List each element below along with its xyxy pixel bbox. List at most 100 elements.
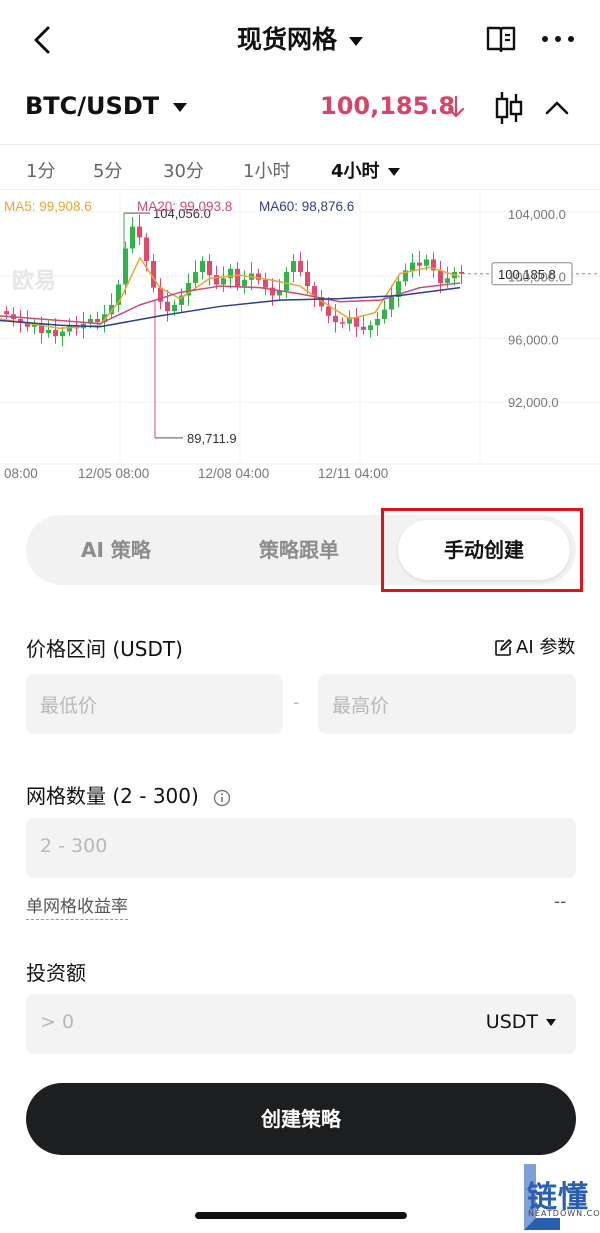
candle-body [291, 261, 296, 272]
more-icon[interactable] [538, 22, 578, 56]
candle-body [445, 278, 450, 283]
candle-body [389, 297, 394, 310]
chart-svg: 欧易 104,056.089,711.9100,185.8 MA5: 99,90… [0, 192, 600, 481]
candle-body [263, 279, 268, 288]
candle-body [193, 271, 198, 283]
pair-bar: BTC/USDT 100,185.8 [0, 82, 600, 138]
timeframe-1h[interactable]: 1小时 [243, 157, 290, 183]
min-price-input[interactable]: 最低价 [26, 674, 283, 734]
timeframe-bar: 1分 5分 30分 1小时 4小时 [0, 144, 600, 190]
investment-input[interactable]: > 0 USDT [26, 994, 576, 1054]
candle-body [284, 271, 289, 291]
timeframe-30m[interactable]: 30分 [163, 157, 204, 183]
low-price-label: 89,711.9 [187, 431, 237, 446]
ma-legend-item: MA5: 99,908.6 [4, 199, 92, 214]
caret-down-icon [173, 102, 188, 112]
price-range-label: 价格区间 (USDT) [26, 637, 183, 661]
pair-selector[interactable]: BTC/USDT [25, 92, 188, 120]
candle-body [214, 275, 219, 285]
home-indicator [195, 1212, 407, 1219]
edit-icon [495, 639, 512, 656]
candle-body [410, 262, 415, 271]
pair-label: BTC/USDT [25, 92, 160, 120]
candle-body [438, 270, 443, 283]
timeframe-5m[interactable]: 5分 [93, 157, 122, 183]
max-price-placeholder: 最高价 [332, 695, 390, 717]
tab-ai-strategy[interactable]: AI 策略 [36, 515, 196, 585]
candle-body [165, 301, 170, 312]
candle-body [326, 306, 331, 316]
candlestick-icon[interactable] [492, 88, 526, 128]
caret-down-icon [349, 36, 363, 46]
max-price-input[interactable]: 最高价 [318, 674, 576, 734]
site-watermark-sub: NEATDOWN.COM [528, 1209, 600, 1218]
timeframe-4h[interactable]: 4小时 [331, 157, 400, 183]
candle-body [242, 279, 247, 287]
candle-body [417, 262, 422, 266]
last-price: 100,185.8 [320, 92, 456, 120]
chevron-up-icon[interactable] [543, 94, 571, 122]
candle-body [333, 315, 338, 323]
candle-body [53, 329, 58, 337]
y-tick-label: 100,000.0 [508, 270, 566, 285]
timeframe-1m[interactable]: 1分 [26, 157, 55, 183]
candle-body [95, 318, 100, 323]
candle-body [368, 325, 373, 330]
candle-body [340, 322, 345, 324]
y-tick-label: 96,000.0 [508, 332, 559, 347]
candle-body [207, 261, 212, 276]
y-tick-label: 92,000.0 [508, 395, 559, 410]
grid-count-input[interactable]: 2 - 300 [26, 818, 576, 878]
tab-copy-strategy[interactable]: 策略跟单 [219, 515, 379, 585]
book-icon[interactable] [484, 22, 518, 56]
x-tick-label: 12/05 08:00 [78, 466, 149, 481]
candle-body [172, 304, 177, 312]
profit-rate-label[interactable]: 单网格收益率 [26, 892, 128, 920]
y-tick-label: 104,000.0 [508, 207, 566, 222]
candle-body [130, 226, 135, 249]
grid-count-label: 网格数量 (2 - 300) [26, 784, 199, 808]
investment-placeholder: > 0 [40, 1011, 75, 1033]
profit-rate-value: -- [554, 892, 567, 912]
candle-body [235, 268, 240, 287]
candle-body [144, 237, 149, 261]
ai-param-button[interactable]: AI 参数 [494, 633, 575, 659]
candle-body [137, 226, 142, 238]
candle-body [4, 311, 9, 315]
arrow-down-icon [446, 94, 466, 120]
caret-down-icon [387, 168, 400, 176]
timeframe-4h-label: 4小时 [331, 161, 380, 182]
ma-legend-item: MA60: 98,876.6 [259, 199, 354, 214]
ai-param-label: AI 参数 [516, 637, 576, 658]
candle-body [221, 278, 226, 285]
candle-body [424, 259, 429, 266]
candle-body [354, 317, 359, 327]
caret-down-icon [546, 1019, 556, 1026]
create-strategy-button[interactable]: 创建策略 [26, 1083, 576, 1155]
candle-body [361, 326, 366, 330]
ma-legend-item: MA20: 99,093.8 [137, 199, 232, 214]
x-tick-label: 12/11 04:00 [318, 466, 388, 481]
candle-body [375, 318, 380, 326]
exchange-watermark: 欧易 [12, 268, 56, 293]
currency-label: USDT [485, 1011, 538, 1033]
candle-body [200, 261, 205, 272]
price-chart[interactable]: 欧易 104,056.0 89,711.9 100,185.8 MA5: 99,90… [0, 192, 600, 488]
page-title: 现货网格 [236, 25, 337, 54]
info-icon[interactable] [213, 789, 231, 807]
candle-body [46, 329, 51, 334]
grid-count-label-row: 网格数量 (2 - 300) [26, 780, 231, 809]
investment-label: 投资额 [26, 961, 86, 985]
candle-body [60, 331, 65, 337]
currency-select[interactable]: USDT [486, 1011, 556, 1033]
x-tick-label: 12/08 04:00 [198, 466, 269, 481]
candle-body [298, 261, 303, 272]
candle-body [305, 271, 310, 287]
min-price-placeholder: 最低价 [40, 695, 98, 717]
range-separator: - [293, 692, 300, 713]
highlight-box [381, 508, 583, 592]
top-bar: 现货网格 [0, 0, 600, 78]
candle-body [382, 309, 387, 319]
x-tick-label: 08:00 [4, 466, 38, 481]
grid-count-placeholder: 2 - 300 [40, 835, 108, 857]
